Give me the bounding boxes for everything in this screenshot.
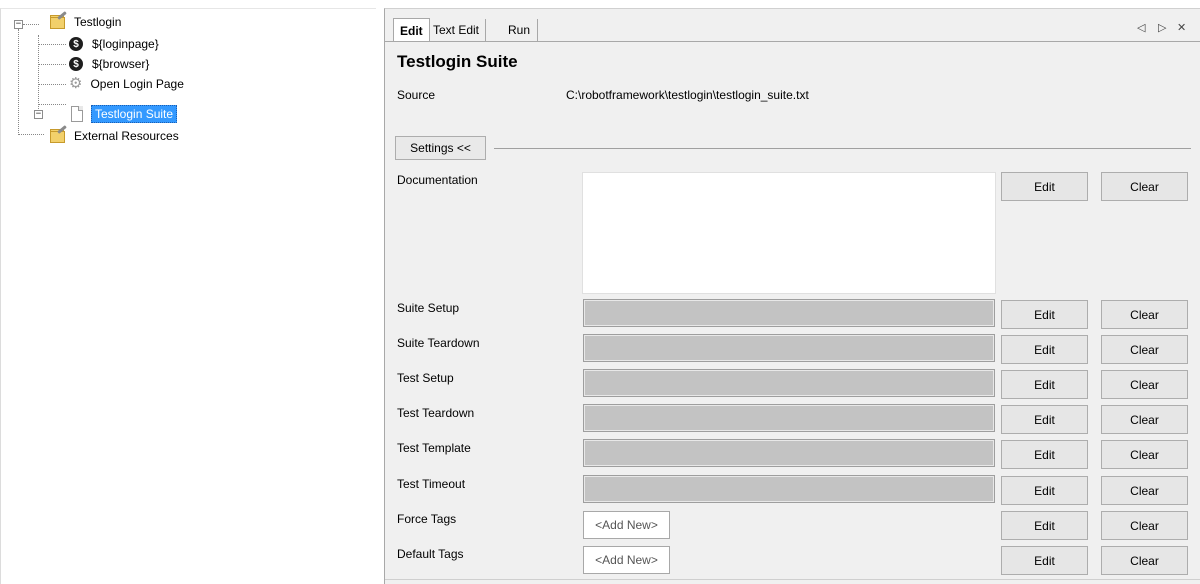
tab-edit[interactable]: Edit [393, 18, 430, 42]
tab-divider [385, 41, 1200, 42]
tree-item-label: ${browser} [92, 57, 150, 71]
test-teardown-field[interactable] [583, 404, 995, 432]
test-teardown-edit-button[interactable]: Edit [1001, 405, 1088, 434]
documentation-clear-button[interactable]: Clear [1101, 172, 1188, 201]
tree-connector [23, 24, 39, 25]
test-template-field[interactable] [583, 439, 995, 467]
test-template-label: Test Template [397, 441, 471, 455]
suite-setup-clear-button[interactable]: Clear [1101, 300, 1188, 329]
default-tags-label: Default Tags [397, 547, 464, 561]
test-setup-edit-button[interactable]: Edit [1001, 370, 1088, 399]
suite-setup-edit-button[interactable]: Edit [1001, 300, 1088, 329]
tree-item-label: ${loginpage} [92, 37, 159, 51]
tree-connector [38, 84, 66, 85]
source-path: C:\robotframework\testlogin\testlogin_su… [566, 88, 809, 102]
tree-item-label: External Resources [74, 129, 179, 143]
test-teardown-clear-button[interactable]: Clear [1101, 405, 1188, 434]
force-tags-label: Force Tags [397, 512, 457, 526]
tree-item-external-resources[interactable]: External Resources [49, 125, 182, 146]
test-setup-field[interactable] [583, 369, 995, 397]
settings-divider [494, 148, 1191, 149]
tab-run[interactable]: Run [502, 19, 538, 41]
tree-item-testlogin-suite[interactable]: Testlogin Suite [69, 104, 178, 124]
tree-connector [38, 35, 39, 115]
test-teardown-label: Test Teardown [397, 406, 475, 420]
bottom-scroll-strip [385, 579, 1200, 584]
documentation-field[interactable] [582, 172, 996, 294]
test-timeout-label: Test Timeout [397, 477, 466, 491]
collapse-toggle-icon[interactable]: − [34, 110, 43, 119]
tree-item-label: Open Login Page [90, 77, 184, 91]
file-icon [69, 106, 87, 122]
variable-icon: $ [69, 57, 83, 71]
test-template-clear-button[interactable]: Clear [1101, 440, 1188, 469]
test-setup-label: Test Setup [397, 371, 454, 385]
test-setup-clear-button[interactable]: Clear [1101, 370, 1188, 399]
suite-teardown-field[interactable] [583, 334, 995, 362]
tree-item-testlogin[interactable]: Testlogin [49, 11, 124, 32]
tree-connector [18, 134, 44, 135]
suite-setup-label: Suite Setup [397, 301, 460, 315]
suite-teardown-clear-button[interactable]: Clear [1101, 335, 1188, 364]
tree-item-label: Testlogin Suite [91, 105, 178, 123]
default-tags-add-new[interactable]: <Add New> [583, 546, 670, 574]
folder-edit-icon [49, 11, 67, 30]
documentation-label: Documentation [397, 173, 478, 187]
suite-teardown-edit-button[interactable]: Edit [1001, 335, 1088, 364]
source-label: Source [397, 88, 436, 102]
tab-scroll-left-icon[interactable]: ◁ [1137, 21, 1145, 34]
test-timeout-edit-button[interactable]: Edit [1001, 476, 1088, 505]
tree-connector [38, 64, 66, 65]
page-title: Testlogin Suite [397, 52, 518, 71]
tree-connector [38, 104, 66, 105]
tree-connector [18, 29, 19, 135]
tree-item-label: Testlogin [74, 15, 122, 29]
documentation-edit-button[interactable]: Edit [1001, 172, 1088, 201]
editor-panel: Edit Text Edit Run ◁ ▷ ✕ Testlogin Suite… [384, 8, 1200, 584]
settings-toggle-button[interactable]: Settings << [395, 136, 486, 160]
test-template-edit-button[interactable]: Edit [1001, 440, 1088, 469]
force-tags-clear-button[interactable]: Clear [1101, 511, 1188, 540]
tab-text-edit[interactable]: Text Edit [427, 19, 487, 41]
tree-connector [38, 44, 66, 45]
force-tags-edit-button[interactable]: Edit [1001, 511, 1088, 540]
tree-item-loginpage[interactable]: $ ${loginpage} [69, 34, 162, 54]
tree-item-browser[interactable]: $ ${browser} [69, 54, 152, 74]
tab-scroll-right-icon[interactable]: ▷ [1158, 21, 1166, 34]
test-timeout-field[interactable] [583, 475, 995, 503]
force-tags-add-new[interactable]: <Add New> [583, 511, 670, 539]
suite-teardown-label: Suite Teardown [397, 336, 480, 350]
suite-setup-field[interactable] [583, 299, 995, 327]
default-tags-edit-button[interactable]: Edit [1001, 546, 1088, 575]
default-tags-clear-button[interactable]: Clear [1101, 546, 1188, 575]
collapse-toggle-icon[interactable]: − [14, 20, 23, 29]
folder-edit-icon [49, 125, 67, 144]
suite-tree: − Testlogin $ ${loginpage} $ ${browser} … [0, 8, 376, 584]
close-icon[interactable]: ✕ [1177, 21, 1186, 34]
tab-bar: Edit Text Edit Run ◁ ▷ ✕ [385, 9, 1200, 42]
variable-icon: $ [69, 37, 83, 51]
test-timeout-clear-button[interactable]: Clear [1101, 476, 1188, 505]
tree-item-open-login-page[interactable]: ⚙ Open Login Page [69, 74, 187, 94]
gear-icon: ⚙ [69, 75, 83, 92]
